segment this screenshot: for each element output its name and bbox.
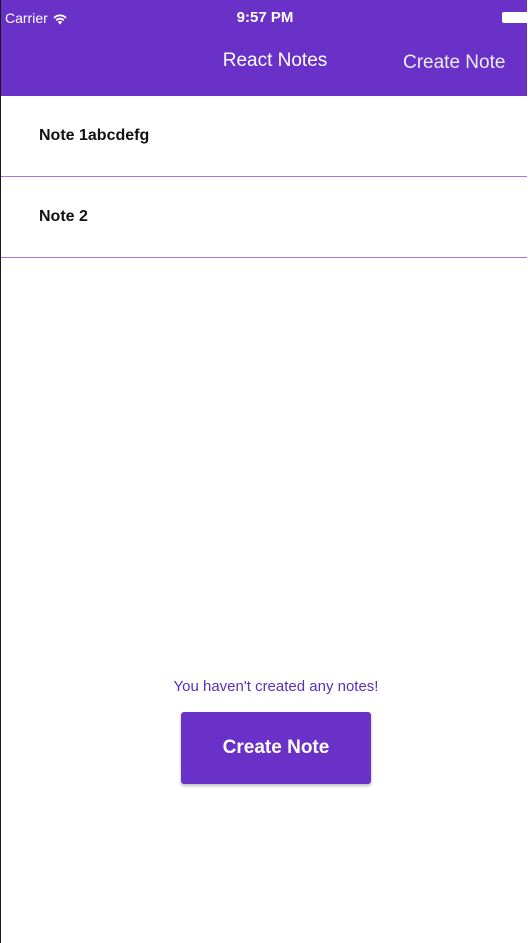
- list-item[interactable]: Note 2: [1, 177, 527, 258]
- list-item[interactable]: Note 1abcdefg: [1, 96, 527, 177]
- app-screen: Carrier 9:57 PM React Notes Create Note …: [0, 0, 527, 943]
- create-note-button[interactable]: Create Note: [181, 712, 371, 784]
- create-note-nav-button[interactable]: Create Note: [403, 52, 505, 74]
- note-title: Note 1abcdefg: [39, 127, 150, 144]
- note-title: Note 2: [39, 208, 88, 225]
- status-bar: Carrier 9:57 PM: [1, 0, 527, 34]
- status-time: 9:57 PM: [236, 9, 294, 26]
- page-title: React Notes: [222, 50, 328, 71]
- battery-icon: [502, 12, 527, 23]
- empty-state-message: You haven't created any notes!: [173, 678, 379, 695]
- notes-list: Note 1abcdefg Note 2: [1, 96, 527, 258]
- app-header: Carrier 9:57 PM React Notes Create Note: [1, 0, 527, 96]
